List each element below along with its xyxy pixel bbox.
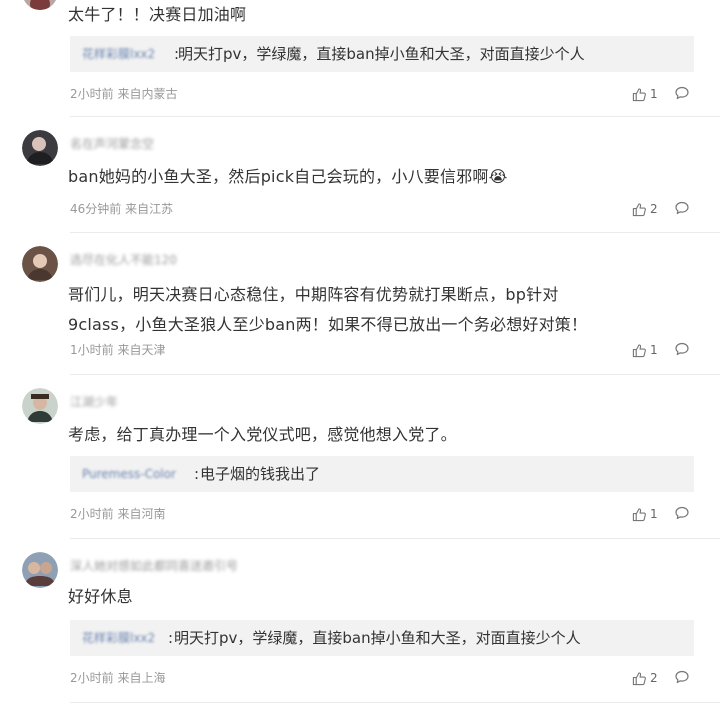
thumbs-up-icon	[632, 87, 646, 101]
reply-username[interactable]: 花样彩膜lxx2	[82, 46, 155, 62]
reply-button[interactable]	[674, 669, 692, 687]
like-count: 1	[650, 507, 658, 521]
reply-username[interactable]: 花样彩膜lxx2	[82, 630, 155, 646]
like-button[interactable]: 2	[632, 200, 658, 218]
like-count: 2	[650, 202, 658, 216]
comment-text-line: 哥们儿，明天决赛日心态稳住，中期阵容有优势就打果断点，bp针对	[68, 285, 559, 304]
reply-button[interactable]	[674, 85, 692, 103]
speech-bubble-icon	[675, 86, 689, 100]
reply-text: 明天打pv，学绿魔，直接ban掉小鱼和大圣，对面直接少个人	[174, 629, 581, 647]
divider	[70, 538, 720, 539]
username[interactable]: 江湖少年	[70, 394, 118, 410]
username[interactable]: 选尽在化人不能120	[70, 252, 177, 268]
like-count: 1	[650, 87, 658, 101]
speech-bubble-icon	[675, 201, 689, 215]
comment-text-line: 9class，小鱼大圣狼人至少ban两！如果不得已放出一个务必想好对策！	[68, 315, 588, 334]
like-button[interactable]: 1	[632, 85, 658, 103]
comment-text: 好好休息	[68, 587, 133, 606]
like-button[interactable]: 1	[632, 341, 658, 359]
reply-button[interactable]	[674, 341, 692, 359]
reply-box[interactable]: 花样彩膜lxx2 : 明天打pv，学绿魔，直接ban掉小鱼和大圣，对面直接少个人	[70, 620, 694, 656]
comment-text: ban她妈的小鱼大圣，然后pick自己会玩的，小八要信邪啊😭	[68, 167, 508, 186]
speech-bubble-icon	[675, 506, 689, 520]
reply-button[interactable]	[674, 200, 692, 218]
comment-text: 太牛了！！决赛日加油啊	[68, 5, 247, 24]
like-button[interactable]: 2	[632, 669, 658, 687]
comment-meta: 1小时前 来自天津	[70, 343, 166, 357]
avatar[interactable]	[22, 552, 58, 588]
reply-colon: :	[168, 629, 174, 647]
comment-meta: 2小时前 来自河南	[70, 507, 166, 521]
comment-text: 哥们儿，明天决赛日心态稳住，中期阵容有优势就打果断点，bp针对 9class，小…	[68, 280, 698, 340]
avatar[interactable]	[22, 130, 58, 166]
comment-meta: 46分钟前 来自江苏	[70, 202, 174, 216]
thumbs-up-icon	[632, 202, 646, 216]
username[interactable]: 深人她对感如此都同喜送邀引号	[70, 558, 238, 574]
speech-bubble-icon	[675, 670, 689, 684]
like-count: 1	[650, 343, 658, 357]
reply-box[interactable]: Puremess-Color : 电子烟的钱我出了	[70, 456, 694, 492]
thumbs-up-icon	[632, 343, 646, 357]
thumbs-up-icon	[632, 507, 646, 521]
comment-meta: 2小时前 来自内蒙古	[70, 87, 178, 101]
reply-colon: :	[194, 465, 200, 483]
comment-text: 考虑，给丁真办理一个入党仪式吧，感觉他想入党了。	[68, 425, 457, 444]
username[interactable]: 名在声河蒙念空	[70, 136, 154, 152]
divider	[70, 116, 720, 117]
comment-meta: 2小时前 来自上海	[70, 671, 166, 685]
like-count: 2	[650, 671, 658, 685]
reply-box[interactable]: 花样彩膜lxx2 : 明天打pv，学绿魔，直接ban掉小鱼和大圣，对面直接少个人	[70, 36, 694, 72]
reply-text: 电子烟的钱我出了	[200, 465, 321, 483]
divider	[70, 702, 720, 703]
reply-text: 明天打pv，学绿魔，直接ban掉小鱼和大圣，对面直接少个人	[178, 45, 585, 63]
speech-bubble-icon	[675, 342, 689, 356]
divider	[70, 232, 720, 233]
divider	[70, 374, 720, 375]
reply-button[interactable]	[674, 505, 692, 523]
avatar[interactable]	[22, 0, 58, 10]
like-button[interactable]: 1	[632, 505, 658, 523]
avatar[interactable]	[22, 246, 58, 282]
reply-username[interactable]: Puremess-Color	[82, 466, 176, 482]
avatar[interactable]	[22, 388, 58, 424]
thumbs-up-icon	[632, 671, 646, 685]
